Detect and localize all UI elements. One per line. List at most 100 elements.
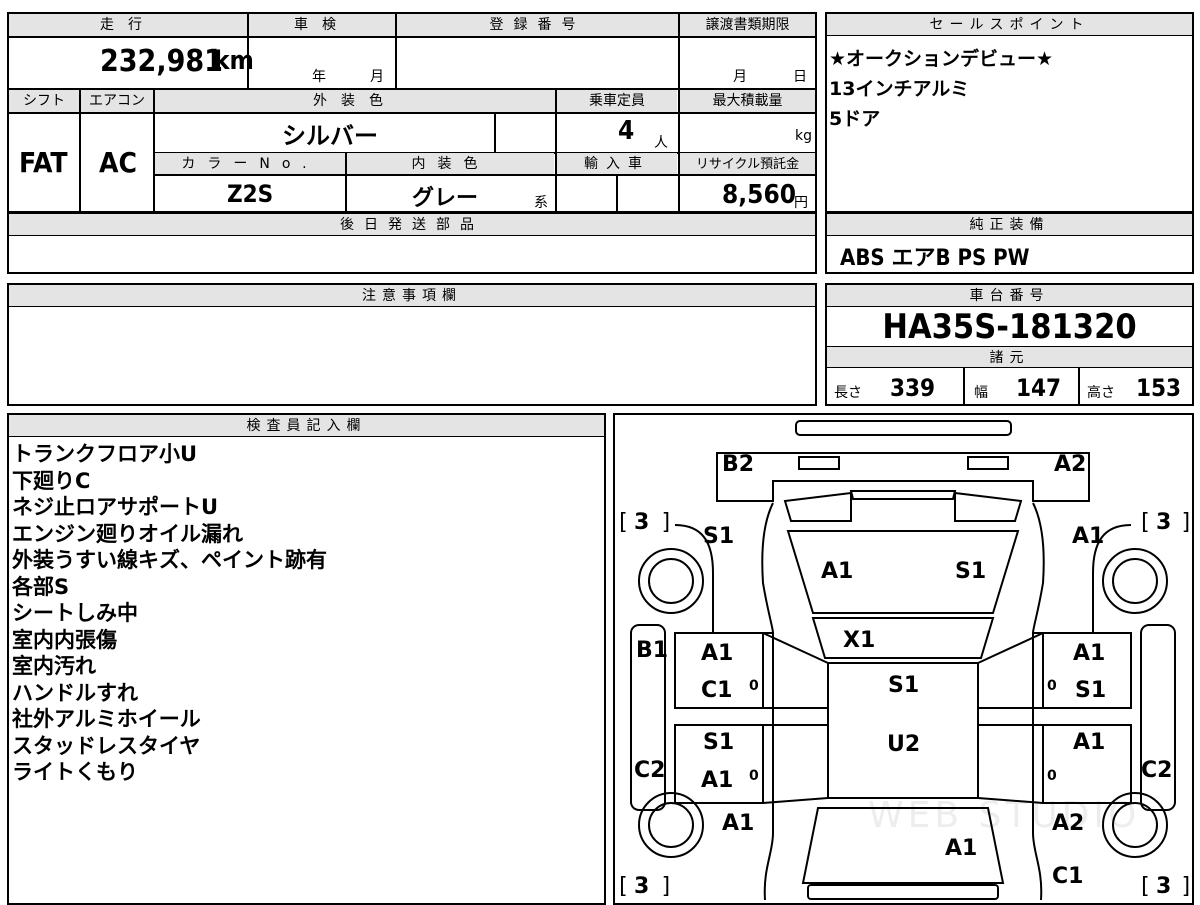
inspector-note: ネジ止ロアサポートU — [12, 495, 219, 519]
length-label: 長さ — [834, 385, 862, 401]
sales-point-line: 13インチアルミ — [829, 78, 970, 100]
inspector-label: 検査員記入欄 — [9, 415, 604, 437]
sales-point-line: 5ドア — [829, 108, 881, 130]
code-rear-left: B2 — [722, 452, 755, 477]
inspection-label: 車検 — [249, 14, 395, 36]
capacity-unit: 人 — [654, 135, 668, 151]
equipment-value: ABS エアB PS PW — [840, 246, 1030, 271]
code-rear-door-right-2: S1 — [1075, 678, 1107, 703]
tire-fl-bracket-open: [ — [616, 874, 630, 899]
code-front-door-left-2: A1 — [701, 768, 734, 793]
color-no-value: Z2S — [227, 180, 274, 208]
inspector-note: シートしみ中 — [12, 601, 138, 625]
code-front-door-left-1: S1 — [703, 730, 735, 755]
tire-rr-bracket-close: ] — [1180, 510, 1194, 535]
exterior-color-label: 外装色 — [155, 90, 555, 112]
chassis-label: 車台番号 — [827, 285, 1192, 307]
height-label: 高さ — [1087, 385, 1115, 401]
tire-rl-bracket-close: ] — [660, 510, 674, 535]
mileage-unit: km — [214, 46, 254, 76]
code-pillar-right: C2 — [1141, 758, 1173, 783]
import-label: 輸入車 — [557, 153, 677, 174]
code-rear-right: A2 — [1054, 452, 1087, 477]
code-rear-door-right-1: A1 — [1073, 641, 1106, 666]
tire-rr-bracket-open: [ — [1138, 510, 1152, 535]
width-label: 幅 — [974, 385, 988, 401]
inspector-note: トランクフロア小U — [12, 442, 198, 466]
code-zero-r1: 0 — [1047, 678, 1057, 694]
shift-label: シフト — [9, 90, 79, 112]
transfer-month-unit: 月 — [733, 69, 747, 85]
interior-color-value: グレー — [412, 186, 479, 211]
code-zero-l2: 0 — [749, 768, 759, 784]
length-value: 339 — [890, 374, 936, 402]
spec-label: 諸元 — [827, 346, 1192, 368]
code-cabin-rear: S1 — [888, 673, 920, 698]
shift-value: FAT — [19, 146, 68, 179]
tire-rr: 3 — [1156, 510, 1172, 535]
recycle-value: 8,560 — [722, 180, 796, 210]
color-no-label: カラーNo. — [155, 153, 345, 174]
inspector-note: スタッドレスタイヤ — [12, 733, 201, 758]
ac-value: AC — [99, 146, 137, 179]
code-roof-left: A1 — [821, 559, 854, 584]
inspector-notes-list: トランクフロア小U 下廻りC ネジ止ロアサポートU エンジン廻りオイル漏れ 外装… — [12, 441, 327, 786]
inspection-month-unit: 月 — [370, 69, 384, 85]
sales-points-label: セールスポイント — [827, 14, 1192, 36]
inspector-note: 下廻りC — [12, 468, 91, 493]
equipment-label: 純正装備 — [827, 214, 1192, 236]
inspector-note: 室内汚れ — [12, 654, 96, 678]
inspector-note: 室内内張傷 — [12, 627, 117, 652]
watermark: WEB STUDIO — [868, 795, 1141, 836]
transfer-day-unit: 日 — [793, 69, 807, 85]
max-load-label: 最大積載量 — [680, 90, 815, 112]
mileage-label: 走行 — [9, 14, 247, 36]
capacity-value: 4 — [618, 116, 635, 146]
code-hood: A1 — [945, 836, 978, 861]
inspector-note: ハンドルすれ — [12, 680, 138, 705]
code-rear-quarter-right: A1 — [1072, 524, 1105, 549]
interior-suffix: 系 — [534, 195, 548, 211]
code-front-door-right: A1 — [1073, 730, 1106, 755]
code-rear-door-left-2: C1 — [701, 678, 733, 703]
mileage-value: 232,981 — [100, 44, 223, 79]
sales-point-line: ★オークションデビュー★ — [829, 48, 1054, 70]
tire-rl: 3 — [634, 510, 650, 535]
code-rear-glass: X1 — [843, 628, 876, 653]
inspector-note: 外装うすい線キズ、ペイント跡有 — [12, 548, 327, 572]
code-sill-left: B1 — [636, 638, 669, 663]
tire-fl-bracket-close: ] — [660, 874, 674, 899]
code-rear-quarter-left: S1 — [703, 524, 735, 549]
code-front-bumper-right: C1 — [1052, 864, 1084, 889]
tire-fl: 3 — [634, 874, 650, 899]
inspector-note: ライトくもり — [12, 760, 138, 784]
width-value: 147 — [1016, 374, 1062, 402]
tire-fr-bracket-close: ] — [1180, 874, 1194, 899]
recycle-unit: 円 — [794, 195, 808, 211]
transfer-deadline-label: 譲渡書類期限 — [680, 14, 815, 36]
height-value: 153 — [1136, 374, 1182, 402]
code-fender-left: A1 — [722, 811, 755, 836]
code-cabin-front: U2 — [887, 732, 921, 757]
tire-fr-bracket-open: [ — [1138, 874, 1152, 899]
code-roof-right: S1 — [955, 559, 987, 584]
exterior-color-value: シルバー — [282, 122, 378, 150]
tire-rl-bracket-open: [ — [616, 510, 630, 535]
tire-fr: 3 — [1156, 874, 1172, 899]
code-pillar-left: C2 — [634, 758, 666, 783]
inspector-note: 各部S — [12, 574, 70, 599]
chassis-number: HA35S-181320 — [882, 307, 1137, 347]
code-zero-r2: 0 — [1047, 768, 1057, 784]
code-zero-l1: 0 — [749, 678, 759, 694]
max-load-unit: kg — [795, 128, 812, 144]
later-parts-label: 後日発送部品 — [9, 214, 815, 236]
caution-notes-label: 注意事項欄 — [9, 285, 815, 307]
interior-color-label: 内装色 — [347, 153, 554, 174]
ac-label: エアコン — [81, 90, 153, 112]
capacity-label: 乗車定員 — [557, 90, 677, 112]
recycle-label: リサイクル預託金 — [680, 153, 815, 174]
inspection-year-unit: 年 — [312, 69, 326, 85]
registration-label: 登録番号 — [397, 14, 678, 36]
code-rear-door-left-1: A1 — [701, 641, 734, 666]
inspector-note: 社外アルミホイール — [12, 707, 201, 731]
